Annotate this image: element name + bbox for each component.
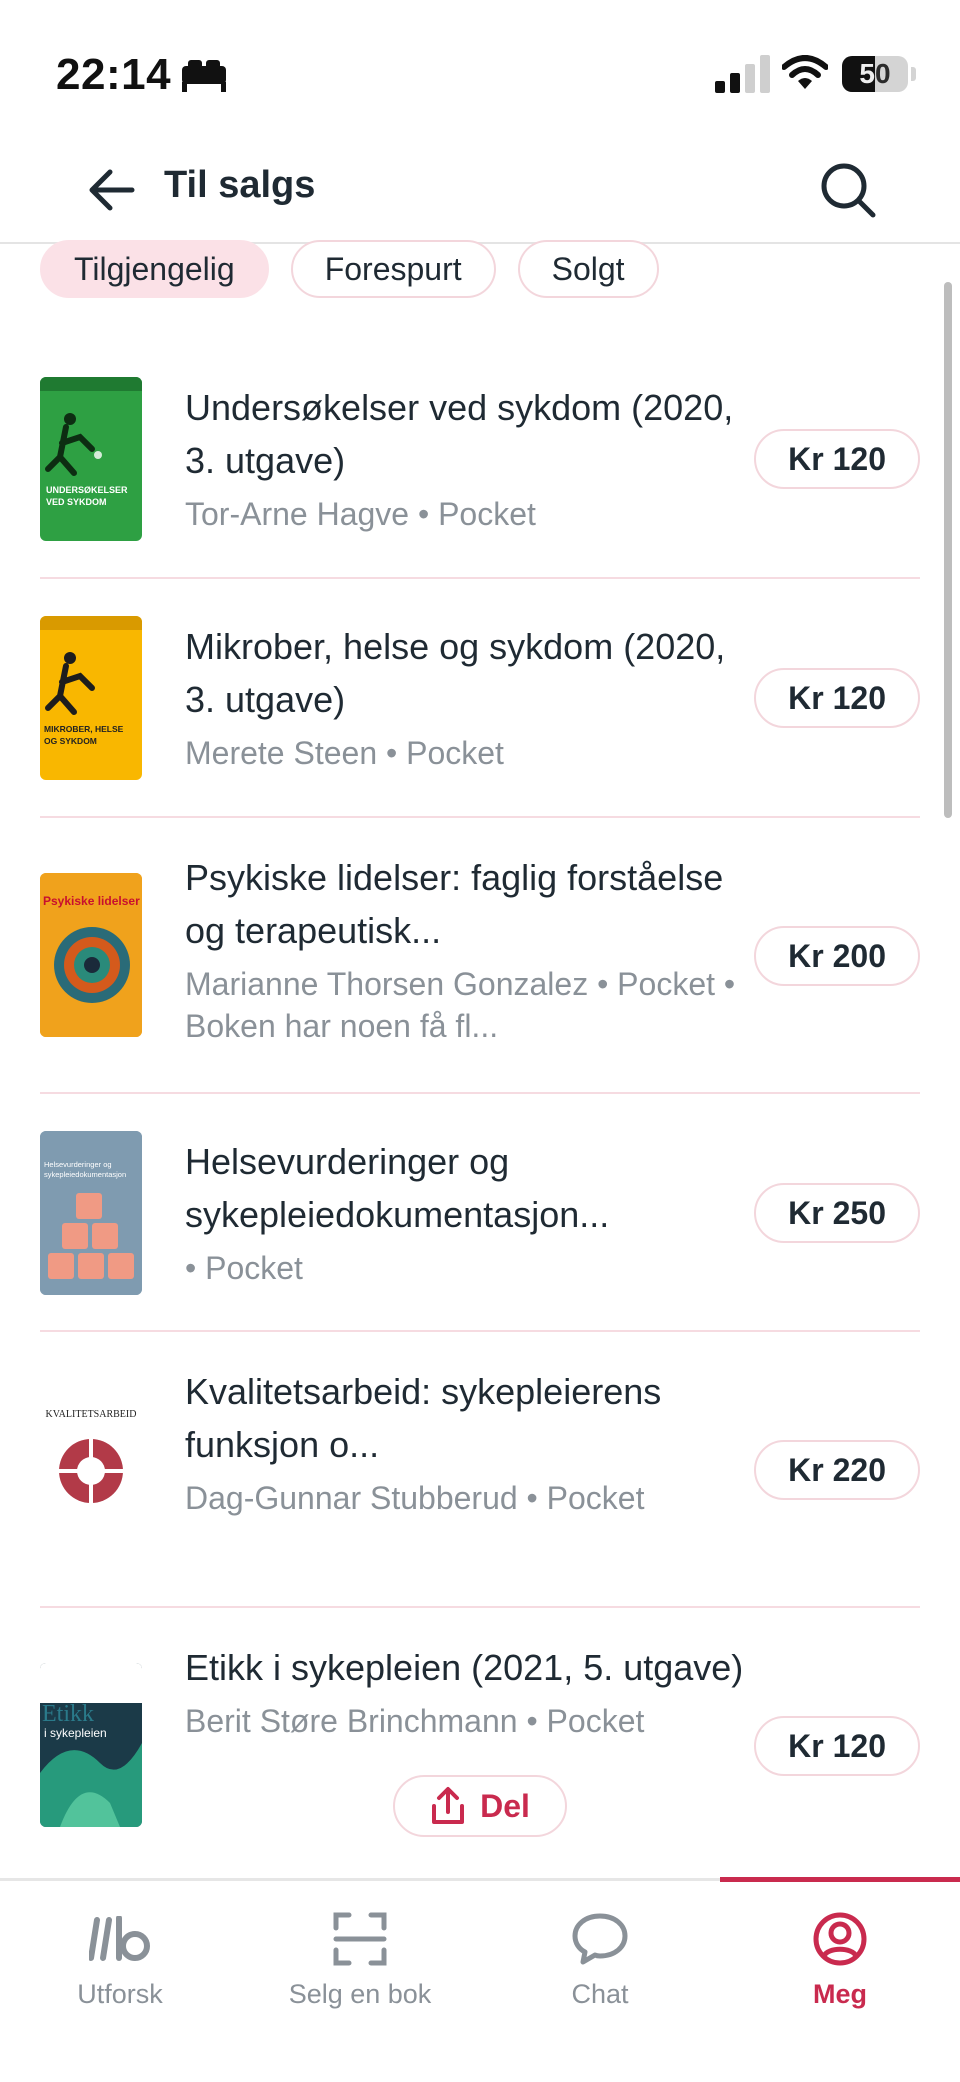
listing-meta: Tor-Arne Hagve • Pocket bbox=[185, 496, 536, 532]
book-cover-image: Etikk i sykepleien bbox=[40, 1663, 142, 1827]
filter-chip-tilgjengelig[interactable]: Tilgjengelig bbox=[40, 240, 269, 298]
listing-meta: Marianne Thorsen Gonzalez • Pocket • Bok… bbox=[185, 966, 736, 1044]
cover-title-line: Etikk bbox=[42, 1701, 94, 1727]
book-cover-art: Psykiske lidelser bbox=[40, 873, 142, 1037]
share-button[interactable]: Del bbox=[393, 1775, 567, 1837]
cellular-signal-icon bbox=[715, 55, 770, 93]
listing-title: Mikrober, helse og sykdom (2020, 3. utga… bbox=[185, 626, 726, 720]
tab-label: Meg bbox=[813, 1979, 867, 2009]
listing-text: Undersøkelser ved sykdom (2020, 3. utgav… bbox=[185, 381, 745, 535]
list-item[interactable]: Psykiske lidelser Psykiske lidelser: fag… bbox=[40, 818, 920, 1094]
listing-title: Kvalitetsarbeid: sykepleierens funksjon … bbox=[185, 1371, 662, 1465]
wifi-icon bbox=[782, 55, 828, 89]
book-cover-art: Etikk i sykepleien bbox=[40, 1663, 142, 1827]
list-item[interactable]: Helsevurderinger og sykepleiedokumentasj… bbox=[40, 1094, 920, 1332]
listing-title: Undersøkelser ved sykdom (2020, 3. utgav… bbox=[185, 387, 734, 481]
listing-text: Kvalitetsarbeid: sykepleierens funksjon … bbox=[185, 1365, 745, 1519]
arrow-left-icon bbox=[89, 169, 135, 211]
listing-title: Etikk i sykepleien (2021, 5. utgave) bbox=[185, 1647, 744, 1688]
page-title: Til salgs bbox=[164, 164, 316, 206]
share-label: Del bbox=[480, 1787, 530, 1824]
library-logo-icon bbox=[89, 1916, 150, 1961]
cover-title-line: OG SYKDOM bbox=[44, 736, 97, 746]
price-badge[interactable]: Kr 220 bbox=[754, 1440, 920, 1500]
listing-text: Etikk i sykepleien (2021, 5. utgave) Ber… bbox=[185, 1641, 745, 1742]
list-item[interactable]: Etikk i sykepleien Etikk i sykepleien (2… bbox=[40, 1608, 920, 1883]
user-icon bbox=[813, 1912, 867, 1966]
price-badge[interactable]: Kr 120 bbox=[754, 668, 920, 728]
share-icon bbox=[432, 1787, 465, 1824]
tab-selg-en-bok[interactable]: Selg en bok bbox=[240, 1881, 480, 2021]
scrollbar[interactable] bbox=[944, 282, 952, 818]
listing-title: Psykiske lidelser: faglig forståelse og … bbox=[185, 857, 724, 951]
app-header: Til salgs bbox=[0, 140, 960, 244]
listing-meta: Dag-Gunnar Stubberud • Pocket bbox=[185, 1480, 645, 1516]
cover-title-line: sykepleiedokumentasjon bbox=[44, 1170, 126, 1179]
book-cover-art: Helsevurderinger og sykepleiedokumentasj… bbox=[40, 1131, 142, 1295]
listing-text: Mikrober, helse og sykdom (2020, 3. utga… bbox=[185, 620, 745, 774]
search-button[interactable] bbox=[812, 154, 884, 226]
status-filter-chips: Tilgjengelig Forespurt Solgt bbox=[40, 240, 659, 300]
tab-meg[interactable]: Meg bbox=[720, 1881, 960, 2021]
list-item[interactable]: UNDERSØKELSER VED SYKDOM Undersøkelser v… bbox=[40, 340, 920, 579]
filter-chip-solgt[interactable]: Solgt bbox=[517, 240, 659, 298]
price-badge[interactable]: Kr 120 bbox=[754, 1716, 920, 1776]
book-cover-art: UNDERSØKELSER VED SYKDOM bbox=[40, 377, 142, 507]
price-badge[interactable]: Kr 250 bbox=[754, 1183, 920, 1243]
book-cover-image: KVALITETSARBEID bbox=[40, 1387, 142, 1551]
battery-level: 50 bbox=[859, 58, 891, 89]
search-icon bbox=[821, 163, 876, 218]
listing-meta: Merete Steen • Pocket bbox=[185, 735, 504, 771]
price-badge[interactable]: Kr 200 bbox=[754, 926, 920, 986]
tab-label: Utforsk bbox=[77, 1979, 163, 2009]
price-badge[interactable]: Kr 120 bbox=[754, 429, 920, 489]
cover-title-line: KVALITETSARBEID bbox=[46, 1409, 137, 1420]
filter-chip-forespurt[interactable]: Forespurt bbox=[290, 240, 496, 298]
listing-title: Helsevurderinger og sykepleiedokumentasj… bbox=[185, 1141, 610, 1235]
tab-label: Chat bbox=[571, 1979, 629, 2009]
cover-title-line: Psykiske lidelser bbox=[43, 894, 140, 908]
cover-title-line: VED SYKDOM bbox=[46, 497, 107, 507]
listing-text: Psykiske lidelser: faglig forståelse og … bbox=[185, 851, 745, 1047]
bottom-tab-bar: Utforsk Selg en bok Chat Meg bbox=[0, 1877, 960, 2082]
status-bar: 22:14 50 bbox=[0, 0, 960, 140]
listing-meta: • Pocket bbox=[185, 1250, 303, 1286]
cover-title-line: MIKROBER, HELSE bbox=[44, 724, 124, 734]
battery-icon: 50 bbox=[842, 56, 908, 92]
list-item[interactable]: KVALITETSARBEID Kvalitetsarbeid: sykeple… bbox=[40, 1332, 920, 1608]
cover-title-line: i sykepleien bbox=[44, 1726, 107, 1740]
tab-label: Selg en bok bbox=[288, 1979, 432, 2009]
scan-icon bbox=[333, 1912, 387, 1966]
tab-chat[interactable]: Chat bbox=[480, 1881, 720, 2021]
chat-bubble-icon bbox=[572, 1913, 628, 1965]
book-cover-image: MIKROBER, HELSE OG SYKDOM bbox=[40, 616, 142, 780]
list-item[interactable]: MIKROBER, HELSE OG SYKDOM Mikrober, hels… bbox=[40, 579, 920, 818]
listing-meta: Berit Støre Brinchmann • Pocket bbox=[185, 1703, 645, 1739]
tab-utforsk[interactable]: Utforsk bbox=[0, 1881, 240, 2021]
book-cover-image: UNDERSØKELSER VED SYKDOM bbox=[40, 377, 142, 541]
listing-list: UNDERSØKELSER VED SYKDOM Undersøkelser v… bbox=[40, 340, 920, 1883]
book-cover-art: KVALITETSARBEID bbox=[46, 1409, 137, 1505]
back-button[interactable] bbox=[82, 160, 142, 220]
cover-title-line: UNDERSØKELSER bbox=[46, 485, 128, 495]
listing-text: Helsevurderinger og sykepleiedokumentasj… bbox=[185, 1135, 745, 1289]
battery-tip bbox=[911, 67, 916, 81]
book-cover-image: Helsevurderinger og sykepleiedokumentasj… bbox=[40, 1131, 142, 1295]
bed-icon bbox=[182, 60, 226, 92]
book-cover-image: Psykiske lidelser bbox=[40, 873, 142, 1037]
status-time: 22:14 bbox=[56, 50, 172, 99]
cover-title-line: Helsevurderinger og bbox=[44, 1160, 112, 1169]
book-cover-art: MIKROBER, HELSE OG SYKDOM bbox=[40, 616, 142, 746]
